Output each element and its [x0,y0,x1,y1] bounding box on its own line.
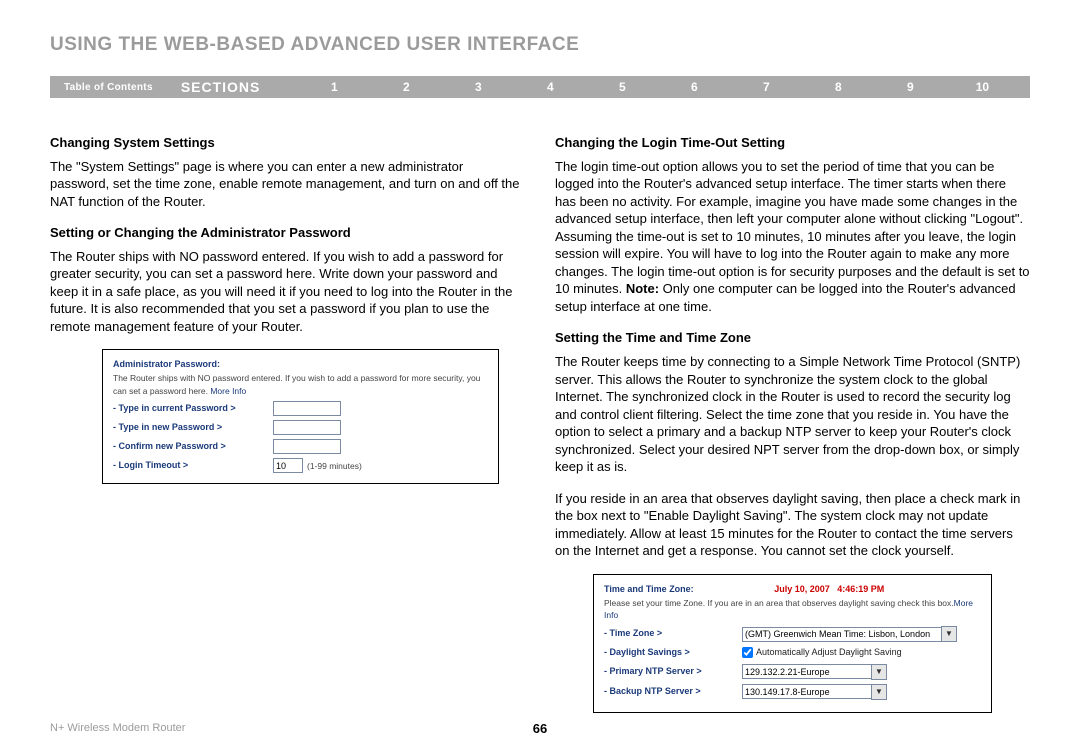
admin-password-card: Administrator Password: The Router ships… [102,349,499,484]
heading-changing-system-settings: Changing System Settings [50,134,525,152]
para-daylight: If you reside in an area that observes d… [555,490,1030,560]
label-time-zone: - Time Zone > [604,627,742,641]
para-admin-password: The Router ships with NO password entere… [50,248,525,336]
input-backup-ntp[interactable] [742,684,872,699]
input-current-password[interactable] [273,401,341,416]
label-primary-ntp: - Primary NTP Server > [604,665,742,679]
input-new-password[interactable] [273,420,341,435]
checkbox-daylight[interactable] [742,647,753,658]
card-datetime: July 10, 2007 4:46:19 PM [774,584,884,594]
label-backup-ntp: - Backup NTP Server > [604,685,742,699]
section-link-6[interactable]: 6 [658,80,730,94]
heading-time-zone: Setting the Time and Time Zone [555,329,1030,347]
note-label: Note: [626,281,659,296]
page-title: USING THE WEB-BASED ADVANCED USER INTERF… [50,34,1030,56]
row-primary-ntp: - Primary NTP Server > ▼ [604,664,981,680]
section-link-10[interactable]: 10 [946,80,1018,94]
section-link-4[interactable]: 4 [514,80,586,94]
checkbox-daylight-label: Automatically Adjust Daylight Saving [756,646,902,660]
input-confirm-password[interactable] [273,439,341,454]
row-confirm-password: - Confirm new Password > [113,439,488,454]
section-link-7[interactable]: 7 [730,80,802,94]
row-daylight: - Daylight Savings > Automatically Adjus… [604,646,981,660]
label-login-timeout: - Login Timeout > [113,459,273,473]
label-confirm-password: - Confirm new Password > [113,440,273,454]
card-hint-admin: The Router ships with NO password entere… [113,372,488,398]
card-hint-time-text: Please set your time Zone. If you are in… [604,598,954,608]
section-link-9[interactable]: 9 [874,80,946,94]
section-link-2[interactable]: 2 [370,80,442,94]
label-current-password: - Type in current Password > [113,402,273,416]
para-system-settings: The "System Settings" page is where you … [50,158,525,211]
input-login-timeout[interactable] [273,458,303,473]
section-link-5[interactable]: 5 [586,80,658,94]
heading-login-timeout: Changing the Login Time-Out Setting [555,134,1030,152]
card-title-admin: Administrator Password: [113,358,488,372]
row-time-zone: - Time Zone > ▼ [604,626,981,642]
select-time-zone[interactable] [742,627,942,642]
login-timeout-units: (1-99 minutes) [307,460,362,473]
label-new-password: - Type in new Password > [113,421,273,435]
row-backup-ntp: - Backup NTP Server > ▼ [604,684,981,700]
row-login-timeout: - Login Timeout > (1-99 minutes) [113,458,488,473]
sections-label: SECTIONS [181,79,261,95]
card-header-time: Time and Time Zone: July 10, 2007 4:46:1… [604,583,981,597]
section-navbar: Table of Contents SECTIONS 1 2 3 4 5 6 7… [50,76,1030,98]
para-login-timeout: The login time-out option allows you to … [555,158,1030,316]
left-column: Changing System Settings The "System Set… [50,134,525,713]
card-title-time: Time and Time Zone: [604,584,694,594]
footer-page-number: 66 [533,721,547,736]
card-hint-time: Please set your time Zone. If you are in… [604,597,981,623]
content-columns: Changing System Settings The "System Set… [50,134,1030,713]
row-new-password: - Type in new Password > [113,420,488,435]
chevron-down-icon[interactable]: ▼ [941,626,957,642]
page-footer: N+ Wireless Modem Router 66 [50,722,1030,734]
right-column: Changing the Login Time-Out Setting The … [555,134,1030,713]
card-hint-text: The Router ships with NO password entere… [113,373,480,396]
row-current-password: - Type in current Password > [113,401,488,416]
footer-product: N+ Wireless Modem Router [50,722,185,734]
heading-admin-password: Setting or Changing the Administrator Pa… [50,224,525,242]
para-time-zone: The Router keeps time by connecting to a… [555,353,1030,476]
section-link-3[interactable]: 3 [442,80,514,94]
chevron-down-icon[interactable]: ▼ [871,684,887,700]
section-link-8[interactable]: 8 [802,80,874,94]
toc-link[interactable]: Table of Contents [64,82,153,93]
chevron-down-icon[interactable]: ▼ [871,664,887,680]
section-link-1[interactable]: 1 [298,80,370,94]
label-daylight: - Daylight Savings > [604,646,742,660]
time-zone-card: Time and Time Zone: July 10, 2007 4:46:1… [593,574,992,713]
more-info-link[interactable]: More Info [210,386,246,396]
para-login-timeout-a: The login time-out option allows you to … [555,159,1030,297]
input-primary-ntp[interactable] [742,664,872,679]
